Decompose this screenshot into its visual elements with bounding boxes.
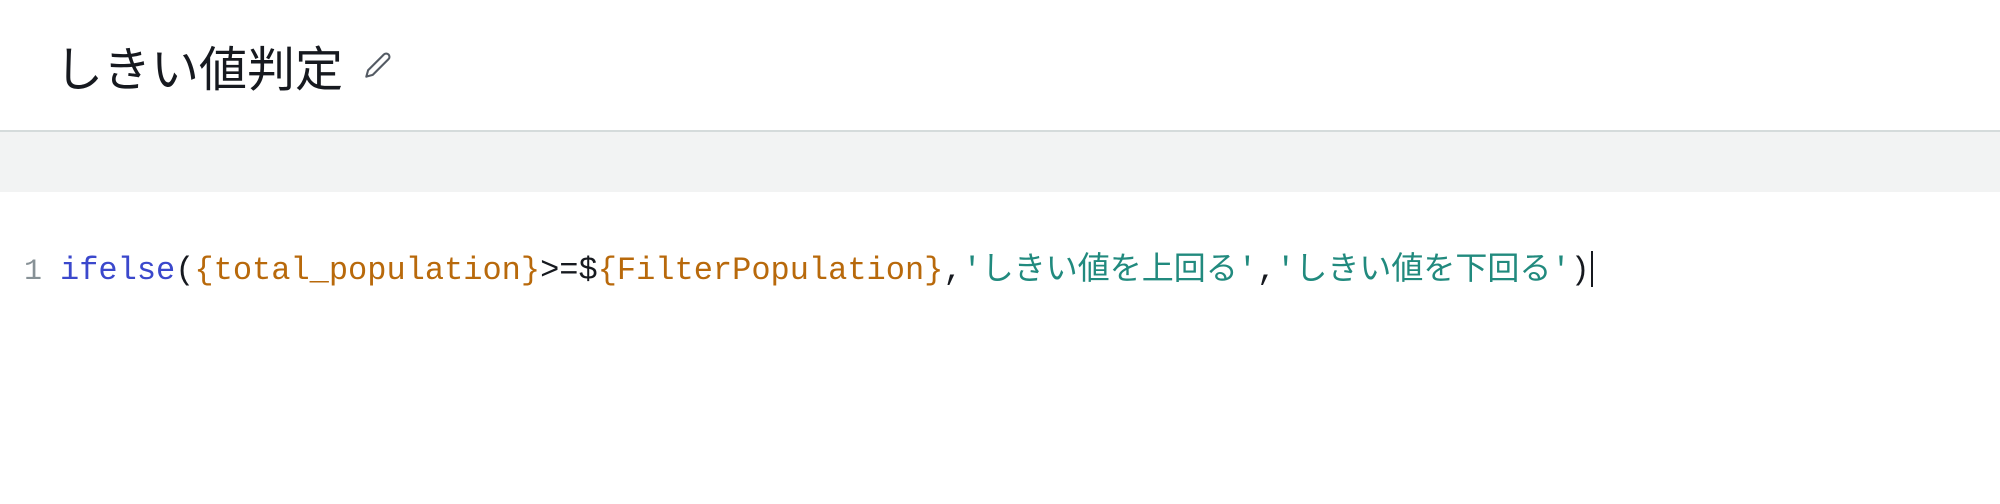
text-cursor xyxy=(1591,251,1593,287)
token-dollar: $ xyxy=(578,252,597,289)
token-function: ifelse xyxy=(60,252,175,289)
token-comma: , xyxy=(1257,252,1276,289)
token-operator: >= xyxy=(540,252,578,289)
token-rparen: ) xyxy=(1571,252,1590,289)
header: しきい値判定 xyxy=(0,0,2000,130)
line-number: 1 xyxy=(0,250,60,295)
token-string: 'しきい値を下回る' xyxy=(1276,252,1570,289)
code-content[interactable]: ifelse({total_population}>=${FilterPopul… xyxy=(60,247,1593,295)
page-title: しきい値判定 xyxy=(55,30,343,100)
token-comma: , xyxy=(943,252,962,289)
code-line[interactable]: 1 ifelse({total_population}>=${FilterPop… xyxy=(0,247,2000,295)
token-field: {total_population} xyxy=(194,252,540,289)
toolbar-area xyxy=(0,132,2000,192)
edit-icon[interactable] xyxy=(363,50,393,80)
token-param: {FilterPopulation} xyxy=(598,252,944,289)
token-string: 'しきい値を上回る' xyxy=(963,252,1257,289)
token-lparen: ( xyxy=(175,252,194,289)
code-editor[interactable]: 1 ifelse({total_population}>=${FilterPop… xyxy=(0,192,2000,295)
